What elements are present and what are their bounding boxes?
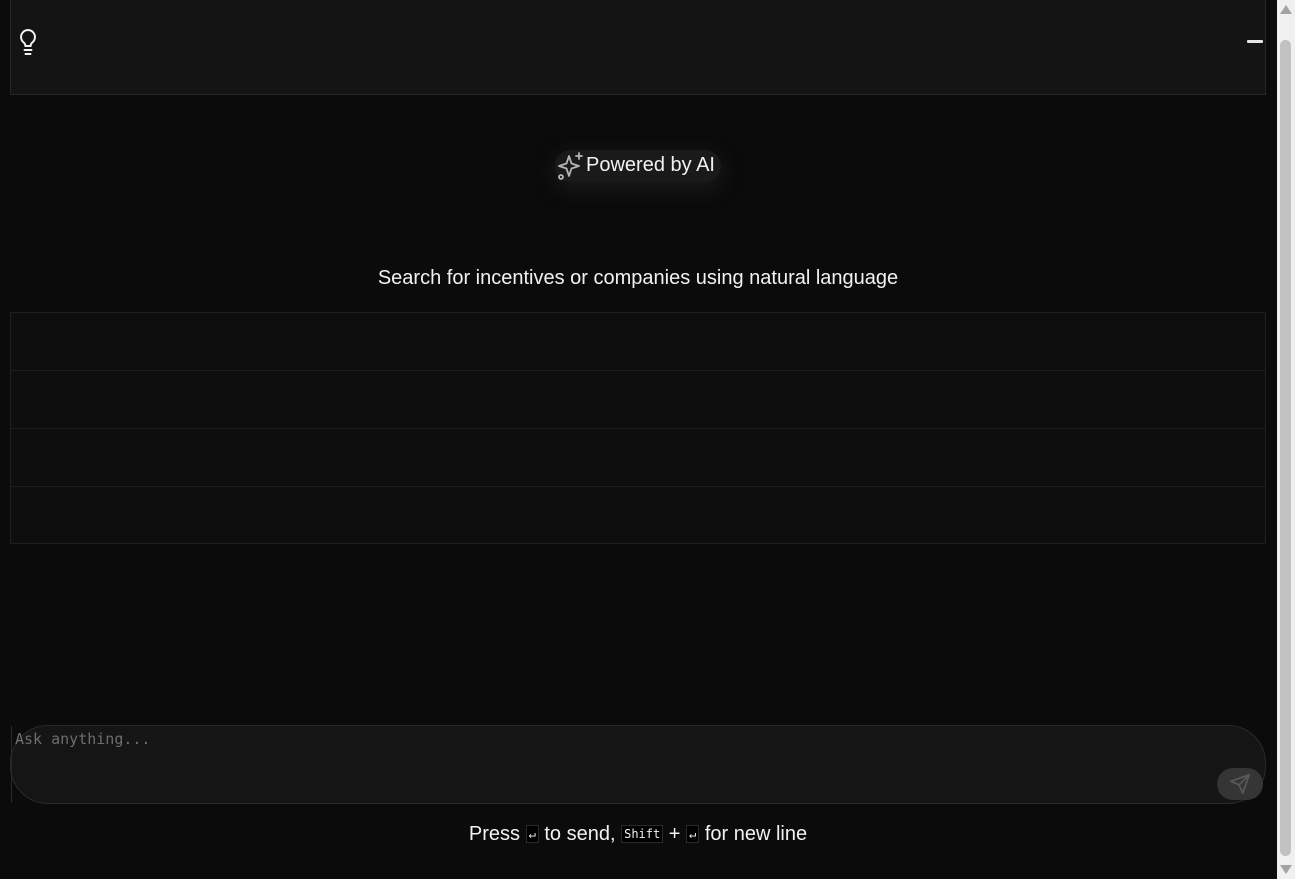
suggestions-list	[10, 312, 1266, 544]
menu-button[interactable]	[1247, 40, 1263, 46]
enter-key: ↵	[686, 825, 700, 843]
scroll-up-arrow-icon[interactable]	[1280, 5, 1292, 14]
chat-input[interactable]	[11, 726, 1215, 803]
page-subtitle: Search for incentives or companies using…	[377, 267, 899, 289]
chat-input-bar	[10, 725, 1266, 804]
keyboard-hint: Press ↵ to send, Shift + ↵ for new line	[0, 823, 1276, 846]
powered-by-ai-badge: Powered by AI	[555, 150, 721, 182]
lightbulb-icon[interactable]	[17, 27, 39, 57]
suggestion-item[interactable]	[11, 313, 1265, 371]
shift-key: Shift	[621, 825, 664, 843]
send-icon	[1230, 774, 1250, 794]
scrollbar-thumb[interactable]	[1280, 40, 1291, 856]
badge-label: Powered by AI	[586, 154, 715, 176]
hint-for-new-line: for new line	[704, 823, 808, 845]
app-header	[10, 0, 1266, 95]
scrollbar[interactable]	[1277, 0, 1295, 879]
send-button[interactable]	[1217, 768, 1263, 800]
suggestion-item[interactable]	[11, 371, 1265, 429]
scroll-down-arrow-icon[interactable]	[1280, 865, 1292, 874]
enter-key: ↵	[525, 825, 539, 843]
suggestion-item[interactable]	[11, 487, 1265, 545]
menu-icon	[1247, 40, 1263, 43]
hint-plus: +	[668, 823, 681, 845]
hint-press: Press	[468, 823, 520, 845]
sparkles-icon	[558, 152, 583, 180]
hint-to-send: to send,	[544, 823, 616, 845]
suggestion-item[interactable]	[11, 429, 1265, 487]
